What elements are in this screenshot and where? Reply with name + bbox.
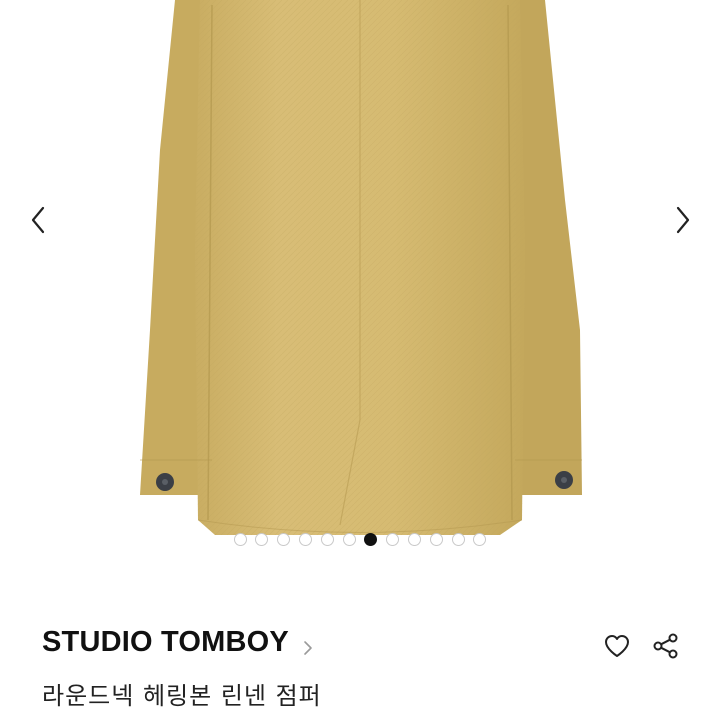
share-icon — [653, 633, 678, 659]
pager-dot[interactable] — [429, 533, 443, 546]
next-image-button[interactable] — [663, 200, 703, 240]
chevron-right-icon — [304, 640, 312, 655]
pager-dot[interactable] — [277, 533, 291, 546]
product-title: 라운드넥 헤링본 린넨 점퍼 — [42, 682, 322, 710]
brand-link[interactable]: STUDIO TOMBOY — [42, 626, 313, 659]
pager-dot[interactable] — [451, 533, 465, 546]
pager-dot[interactable] — [473, 533, 487, 546]
pager-dot[interactable] — [342, 533, 356, 546]
pager-dot[interactable] — [386, 533, 400, 546]
pager-dot[interactable] — [320, 533, 334, 546]
like-button[interactable] — [599, 628, 635, 664]
pager-dot[interactable] — [407, 533, 421, 546]
share-button[interactable] — [648, 628, 684, 664]
image-pager — [0, 533, 720, 546]
pager-dot[interactable] — [233, 533, 247, 546]
chevron-right-icon — [676, 206, 690, 234]
pager-dot[interactable] — [299, 533, 312, 546]
brand-name: STUDIO TOMBOY — [42, 626, 289, 658]
heart-icon — [605, 635, 629, 657]
prev-image-button[interactable] — [18, 200, 58, 240]
chevron-left-icon — [31, 206, 45, 234]
product-image-gallery[interactable] — [0, 0, 720, 590]
product-image — [140, 0, 582, 535]
pager-dot[interactable] — [255, 533, 269, 546]
pager-dot-active[interactable] — [364, 533, 378, 546]
